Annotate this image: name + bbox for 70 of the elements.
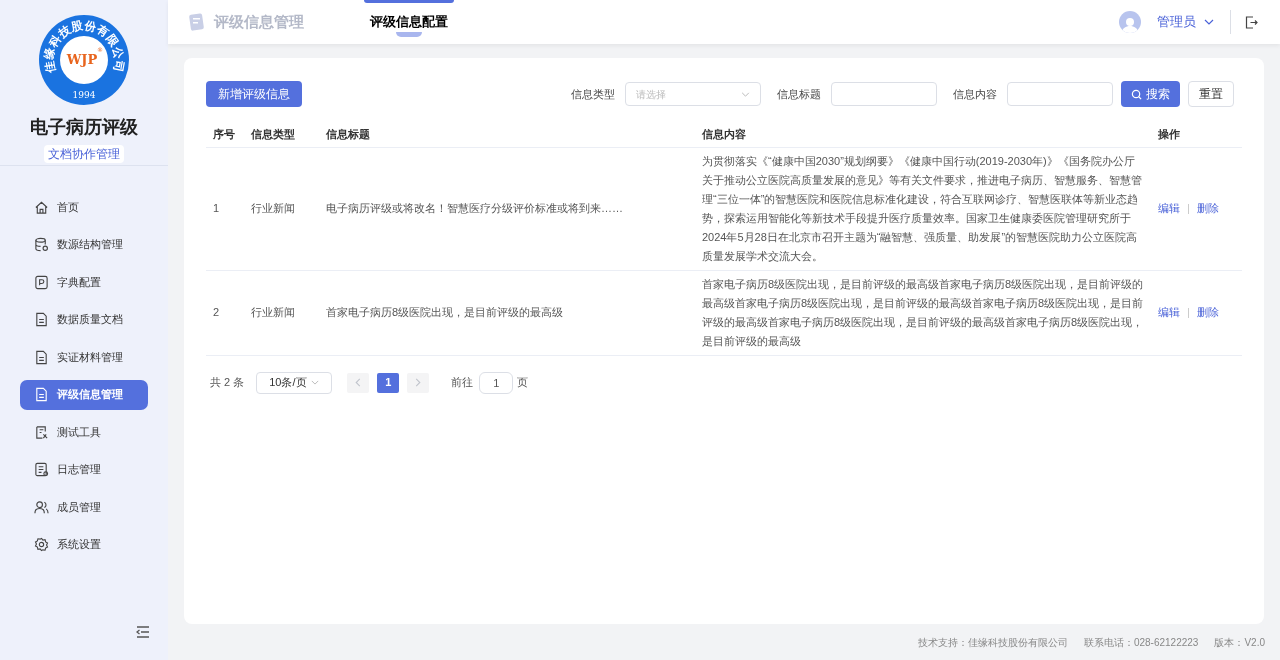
footer-text: 联系电话：028-62122223	[1083, 635, 1199, 650]
database-icon	[34, 237, 49, 252]
sidebar-item[interactable]: 日志管理	[20, 454, 148, 485]
document-icon	[34, 387, 49, 402]
table-cell: 行业新闻	[251, 202, 295, 215]
filter-label: 信息内容	[953, 86, 997, 102]
users-icon	[34, 499, 49, 515]
filter-label: 信息类型	[571, 86, 615, 102]
page-title: 评级信息管理	[214, 11, 304, 32]
sidebar-item[interactable]: 字典配置	[20, 267, 148, 297]
column-header: 操作	[1151, 121, 1242, 147]
add-button[interactable]: 新增评级信息	[206, 81, 302, 107]
app-subtitle: 文档协作管理	[44, 145, 124, 163]
sidebar-item[interactable]: 系统设置	[20, 529, 148, 560]
sidebar-item[interactable]: 首页	[20, 192, 148, 222]
caret-icon	[311, 380, 320, 385]
page-input[interactable]: 1	[479, 371, 514, 394]
delete-link[interactable]: 删除	[1197, 306, 1219, 319]
sidebar-item[interactable]: 数源结构管理	[20, 229, 148, 260]
page-size-select[interactable]: 10条/页	[256, 371, 333, 394]
caret-icon	[741, 91, 750, 97]
input-field[interactable]	[1007, 82, 1113, 106]
column-header: 序号	[206, 121, 244, 147]
tool-icon	[34, 424, 49, 440]
tab[interactable]: 评级信息配置	[364, 0, 454, 44]
goto-label: 前往	[451, 375, 474, 391]
search-button[interactable]: 搜索	[1121, 81, 1180, 107]
edit-link[interactable]: 编辑	[1158, 306, 1180, 319]
column-header: 信息内容	[695, 121, 1151, 147]
input-field[interactable]	[831, 82, 937, 106]
search-icon	[1131, 88, 1142, 100]
table-cell: 行业新闻	[251, 306, 295, 319]
table-cell-text: 为贯彻落实《“健康中国2030”规划纲要》《健康中国行动(2019-2030年)》《国务院办公厅关于推动公立医院高质量发展的意见》等有关文件要求，推进电子病历、智慧服务、智慧管理“三位一体”的智慧医院和医院信息标准化建设，符合互联网诊疗、智慧医联体等新业态趋势，探索运用智能化等新技术手段提升医疗质量效率。国家卫生健康委医院管理研究所于2024年5月28日在北京市召开主题为“融智慧、强质量、助发展”的智慧医院助力公立医院高质量发展学术交流大会。	[702, 153, 1143, 264]
reset-button[interactable]: 重置	[1188, 81, 1234, 107]
table-cell: 2	[213, 306, 220, 319]
sidebar-item[interactable]: 实证材料管理	[20, 342, 148, 372]
column-header: 信息标题	[319, 121, 695, 147]
sidebar-item[interactable]: 数据质量文档	[20, 304, 148, 335]
document-icon	[34, 349, 49, 365]
footer-text: 版本：V2.0	[1214, 635, 1265, 650]
table-cell: 首家电子病历8级医院出现，是目前评级的最高级	[326, 306, 564, 319]
table-cell-text: 首家电子病历8级医院出现，是目前评级的最高级首家电子病历8级医院出现，是目前评级的最高级首家电子病历8级医院出现，是目前评级的最高级首家电子病历8级医院出现，是目前评级的最高级首家电子病历8级医院出现，是目前评级的最高级首家电子病历8级医院出现，是目前评级的最高级	[702, 276, 1144, 349]
sidebar-item[interactable]: 测试工具	[20, 417, 148, 447]
avatar-icon[interactable]	[1119, 11, 1141, 33]
settings-icon	[34, 537, 49, 552]
chevron-right-icon	[415, 378, 422, 387]
caret-icon	[1204, 19, 1214, 25]
home-icon	[34, 199, 49, 215]
user-menu[interactable]: 管理员	[1157, 12, 1214, 32]
page-button[interactable]: 1	[377, 372, 400, 393]
total-count: 共 2 条	[210, 375, 245, 391]
document-icon	[34, 312, 49, 327]
app-title: 电子病历评级	[29, 116, 139, 139]
sidebar-item[interactable]: 成员管理	[20, 492, 148, 522]
document-list-icon	[34, 462, 49, 477]
page-suffix: 页	[517, 375, 529, 391]
document-icon	[188, 13, 206, 31]
next-page-button[interactable]	[407, 372, 430, 393]
sidebar-item[interactable]: 评级信息管理	[20, 379, 148, 410]
table-cell: 1	[213, 202, 220, 215]
footer-text: 技术支持：佳缘科技股份有限公司	[917, 635, 1068, 650]
delete-link[interactable]: 删除	[1197, 202, 1219, 215]
logout-icon[interactable]	[1245, 15, 1258, 29]
table-cell: 电子病历评级或将改名！智慧医疗分级评价标准或将到来……	[326, 202, 623, 215]
collapse-menu-icon[interactable]	[136, 626, 150, 638]
filter-label: 信息标题	[777, 86, 821, 102]
column-header: 信息类型	[244, 121, 319, 147]
chevron-left-icon	[355, 378, 362, 387]
previous-page-button[interactable]	[347, 372, 370, 393]
edit-link[interactable]: 编辑	[1158, 202, 1180, 215]
